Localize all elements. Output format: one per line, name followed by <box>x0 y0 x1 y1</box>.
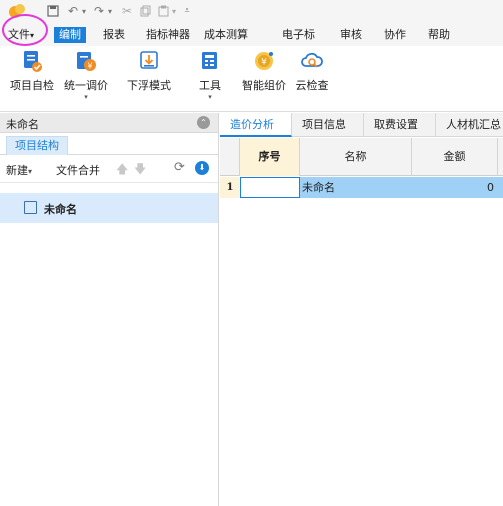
tree-toolbar: 新建▾ 文件合并 🡅 🡇 ⟳ ⬇ <box>0 155 218 183</box>
menu-collaboration[interactable]: 协作 <box>384 27 406 43</box>
left-tab-row: 项目结构 <box>0 133 218 155</box>
download-icon[interactable]: ⬇ <box>195 161 209 175</box>
tree-item-project[interactable]: 未命名 <box>0 193 218 223</box>
cloud-search-icon <box>301 50 323 72</box>
customize-icon[interactable]: ⩡ <box>182 3 192 19</box>
new-button[interactable]: 新建▾ <box>6 162 32 178</box>
tab-labor-material-summary[interactable]: 人材机汇总 <box>436 113 503 137</box>
download-box-icon <box>138 50 160 72</box>
new-label: 新建 <box>6 164 28 177</box>
float-down-mode-button[interactable]: 下浮模式 <box>124 50 174 93</box>
grid-corner <box>220 138 240 176</box>
tools-dropdown-icon[interactable]: ▾ <box>196 93 224 101</box>
menu-report[interactable]: 报表 <box>103 27 125 43</box>
project-header: 未命名 ⌃ <box>0 113 218 133</box>
tools-button[interactable]: 工具 ▾ <box>196 50 224 101</box>
column-seq[interactable]: 序号 <box>240 138 300 176</box>
menu-review[interactable]: 审核 <box>340 27 362 43</box>
tab-cost-analysis[interactable]: 造价分析 <box>220 113 292 137</box>
tools-label: 工具 <box>199 79 221 92</box>
save-icon[interactable] <box>46 3 60 19</box>
checklist-icon <box>21 50 43 72</box>
main-content: 造价分析 项目信息 取费设置 人材机汇总 序号 名称 金额 1 未命名 0 <box>220 113 503 506</box>
ribbon-toolbar: 项目自检 ¥ 统一调价 ▾ 下浮模式 工具 ▾ ¥ 智能组价 云检查 <box>0 46 503 112</box>
menu-index-tool[interactable]: 指标神器 <box>146 27 190 43</box>
menu-help[interactable]: 帮助 <box>428 27 450 43</box>
tab-project-structure[interactable]: 项目结构 <box>6 136 68 155</box>
new-dropdown-icon: ▾ <box>28 167 33 176</box>
grid-header: 序号 名称 金额 <box>220 138 503 176</box>
file-merge-button[interactable]: 文件合并 <box>56 162 100 178</box>
menu-e-bid[interactable]: 电子标 <box>282 27 315 43</box>
undo-icon[interactable]: ↶ <box>66 3 80 19</box>
unified-price-adjust-dropdown-icon[interactable]: ▾ <box>62 93 110 101</box>
project-self-check-label: 项目自检 <box>10 79 54 92</box>
building-icon <box>24 201 37 214</box>
quick-access-toolbar: ↶ ▾ ↷ ▾ ✂ ▾ ⩡ <box>0 0 503 24</box>
row-index: 1 <box>220 177 240 198</box>
menu-bar: 文件▾ 编制 报表 指标神器 成本测算 电子标 审核 协作 帮助 <box>0 24 503 46</box>
column-name[interactable]: 名称 <box>300 138 412 176</box>
project-tree-panel: 未命名 ⌃ 项目结构 新建▾ 文件合并 🡅 🡇 ⟳ ⬇ 未命名 <box>0 113 219 506</box>
toolbox-icon <box>199 50 221 72</box>
annotation-circle <box>2 14 48 46</box>
undo-dropdown-icon[interactable]: ▾ <box>80 3 88 19</box>
amount-cell[interactable]: 0 <box>412 177 494 198</box>
price-adjust-icon: ¥ <box>75 50 97 72</box>
float-down-mode-label: 下浮模式 <box>127 79 171 92</box>
paste-icon[interactable] <box>156 3 170 19</box>
paste-dropdown-icon[interactable]: ▾ <box>170 3 178 19</box>
project-title: 未命名 <box>6 118 39 131</box>
tab-fee-settings[interactable]: 取费设置 <box>364 113 436 137</box>
copy-icon[interactable] <box>138 3 152 19</box>
cloud-check-button[interactable]: 云检查 <box>292 50 332 93</box>
redo-icon[interactable]: ↷ <box>92 3 106 19</box>
menu-cost-estimate[interactable]: 成本测算 <box>204 27 248 43</box>
smart-pricing-label: 智能组价 <box>242 79 286 92</box>
project-self-check-button[interactable]: 项目自检 <box>8 50 56 93</box>
move-up-icon[interactable]: 🡅 <box>116 160 128 181</box>
name-cell[interactable]: 未命名 <box>302 177 410 198</box>
redo-dropdown-icon[interactable]: ▾ <box>106 3 114 19</box>
refresh-icon[interactable]: ⟳ <box>174 160 185 175</box>
content-tabs: 造价分析 项目信息 取费设置 人材机汇总 <box>220 113 503 137</box>
table-row[interactable]: 1 未命名 0 <box>220 177 503 198</box>
unified-price-adjust-label: 统一调价 <box>64 79 108 92</box>
smart-pricing-icon: ¥ <box>253 50 275 72</box>
svg-text:¥: ¥ <box>261 58 267 68</box>
tree-item-label: 未命名 <box>44 203 77 216</box>
tab-project-info[interactable]: 项目信息 <box>292 113 364 137</box>
unified-price-adjust-button[interactable]: ¥ 统一调价 ▾ <box>62 50 110 101</box>
move-down-icon[interactable]: 🡇 <box>134 160 146 181</box>
collapse-panel-icon[interactable]: ⌃ <box>197 116 210 129</box>
menu-edit[interactable]: 编制 <box>54 27 86 43</box>
column-amount[interactable]: 金额 <box>412 138 498 176</box>
cloud-check-label: 云检查 <box>295 79 329 92</box>
seq-cell[interactable] <box>240 177 300 198</box>
cut-icon[interactable]: ✂ <box>120 3 134 19</box>
smart-pricing-button[interactable]: ¥ 智能组价 <box>240 50 288 93</box>
svg-text:¥: ¥ <box>87 62 92 71</box>
